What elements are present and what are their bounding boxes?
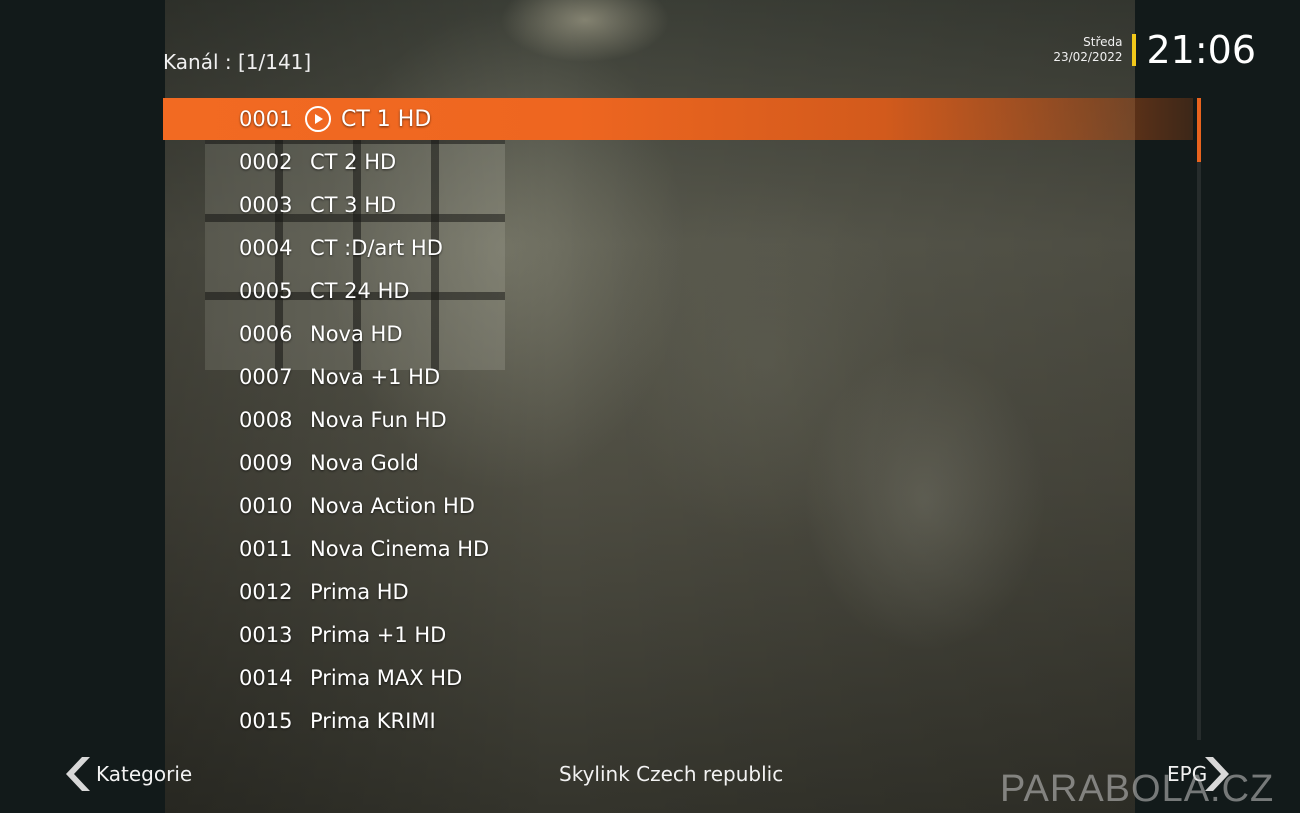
channel-number: 0008 bbox=[239, 407, 293, 432]
scrollbar[interactable] bbox=[1197, 98, 1201, 740]
clock-panel: Středa 23/02/2022 21:06 bbox=[1053, 28, 1256, 72]
channel-name: CT 24 HD bbox=[310, 278, 410, 303]
channel-row[interactable]: 0004 CT :D/art HD bbox=[163, 226, 1193, 269]
channel-row[interactable]: 0014 Prima MAX HD bbox=[163, 656, 1193, 699]
channel-row[interactable]: 0009 Nova Gold bbox=[163, 441, 1193, 484]
channel-row[interactable]: 0008 Nova Fun HD bbox=[163, 398, 1193, 441]
channel-name: CT 2 HD bbox=[310, 149, 397, 174]
channel-row[interactable]: 0005 CT 24 HD bbox=[163, 269, 1193, 312]
channel-row[interactable]: 0003 CT 3 HD bbox=[163, 183, 1193, 226]
channel-name: Prima KRIMI bbox=[310, 708, 436, 733]
date-label: 23/02/2022 bbox=[1053, 50, 1123, 64]
day-label: Středa bbox=[1083, 35, 1123, 49]
channel-number: 0007 bbox=[239, 364, 293, 389]
channel-row[interactable]: 0012 Prima HD bbox=[163, 570, 1193, 613]
channel-counter: Kanál : [1/141] bbox=[163, 50, 312, 74]
channel-number: 0005 bbox=[239, 278, 293, 303]
category-label[interactable]: Kategorie bbox=[96, 762, 192, 786]
channel-number: 0003 bbox=[239, 192, 293, 217]
channel-row[interactable]: 0015 Prima KRIMI bbox=[163, 699, 1193, 742]
clock-separator bbox=[1132, 34, 1137, 66]
clock-time: 21:06 bbox=[1146, 28, 1256, 72]
channel-number: 0013 bbox=[239, 622, 293, 647]
channel-row[interactable]: 0013 Prima +1 HD bbox=[163, 613, 1193, 656]
channel-name: Prima +1 HD bbox=[310, 622, 447, 647]
channel-number: 0004 bbox=[239, 235, 293, 260]
channel-name: Nova HD bbox=[310, 321, 403, 346]
channel-number: 0010 bbox=[239, 493, 293, 518]
category-nav[interactable]: Kategorie bbox=[60, 755, 192, 793]
scrollbar-thumb[interactable] bbox=[1197, 98, 1201, 162]
channel-name: Prima HD bbox=[310, 579, 409, 604]
channel-number: 0002 bbox=[239, 149, 293, 174]
channel-list[interactable]: 0001 CT 1 HD 0002 CT 2 HD 0003 CT 3 HD 0004 CT … bbox=[163, 98, 1193, 742]
channel-name: Nova Gold bbox=[310, 450, 419, 475]
channel-number: 0015 bbox=[239, 708, 293, 733]
channel-name: Nova Action HD bbox=[310, 493, 475, 518]
channel-number: 0011 bbox=[239, 536, 293, 561]
channel-number: 0006 bbox=[239, 321, 293, 346]
satellite-provider-label: Skylink Czech republic bbox=[559, 762, 784, 786]
channel-name: Nova Cinema HD bbox=[310, 536, 490, 561]
channel-name: CT 3 HD bbox=[310, 192, 397, 217]
date-block: Středa 23/02/2022 bbox=[1053, 35, 1122, 65]
channel-name: Nova Fun HD bbox=[310, 407, 447, 432]
channel-name: Prima MAX HD bbox=[310, 665, 463, 690]
channel-row[interactable]: 0002 CT 2 HD bbox=[163, 140, 1193, 183]
channel-row[interactable]: 0006 Nova HD bbox=[163, 312, 1193, 355]
channel-number: 0001 bbox=[239, 107, 293, 131]
channel-row-selected[interactable]: 0001 CT 1 HD bbox=[163, 98, 1193, 140]
watermark: PARABOLA.CZ bbox=[1000, 768, 1275, 810]
channel-number: 0012 bbox=[239, 579, 293, 604]
channel-number: 0014 bbox=[239, 665, 293, 690]
play-circle-icon bbox=[305, 106, 331, 132]
chevron-left-icon[interactable] bbox=[60, 755, 92, 793]
channel-name: Nova +1 HD bbox=[310, 364, 441, 389]
channel-row[interactable]: 0010 Nova Action HD bbox=[163, 484, 1193, 527]
channel-number: 0009 bbox=[239, 450, 293, 475]
channel-name: CT 1 HD bbox=[341, 106, 432, 132]
channel-row[interactable]: 0007 Nova +1 HD bbox=[163, 355, 1193, 398]
channel-name: CT :D/art HD bbox=[310, 235, 443, 260]
channel-row[interactable]: 0011 Nova Cinema HD bbox=[163, 527, 1193, 570]
